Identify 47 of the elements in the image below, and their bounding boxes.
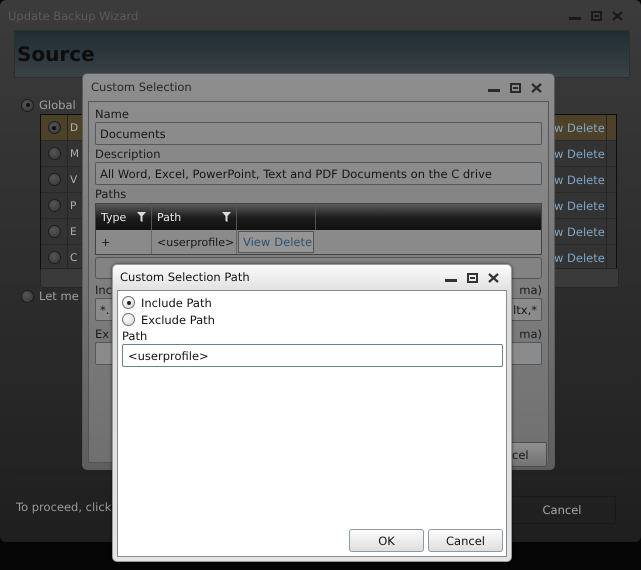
radio-button[interactable] [21,290,34,302]
option-label: Global [39,98,76,112]
field-label: Inc [95,283,112,298]
table-cell-text: P [69,198,78,214]
maximize-icon[interactable] [467,273,478,283]
name-field[interactable]: Documents [95,122,542,145]
radio-button[interactable] [48,121,60,134]
radio-button[interactable] [48,225,60,238]
field-label: Path [122,328,148,344]
table-cell-text: E [69,224,78,240]
radio-button[interactable] [48,147,60,160]
close-icon[interactable] [488,273,499,283]
field-label: Name [95,107,130,122]
table-cell-text: M [69,146,80,162]
radio-button[interactable] [122,313,135,326]
field-label: ma) [519,283,542,298]
filter-icon[interactable] [222,212,231,222]
radio-button[interactable] [21,98,34,112]
field-label: Description [95,147,162,162]
table-cell: + [96,230,152,254]
radio-button[interactable] [48,173,60,186]
column-header[interactable]: Path [157,210,182,224]
radio-button[interactable] [48,199,60,212]
field-label: ma) [519,327,542,342]
field-label: Ex [95,327,110,342]
instruction-text: To proceed, click [16,500,112,514]
table-cell: <userprofile> [152,230,237,254]
radio-button[interactable] [122,296,135,309]
option-label: Exclude Path [141,312,215,326]
dialog-title: Custom Selection Path [120,270,250,284]
table-cell-text: C [69,250,78,266]
dialog-title: Custom Selection [91,80,192,94]
maximize-icon[interactable] [510,83,521,93]
delete-link[interactable]: Delete [274,235,312,249]
filter-icon[interactable] [137,212,146,222]
ok-button[interactable]: OK [349,529,424,552]
field-label: Paths [95,187,128,202]
view-link[interactable]: View [243,235,270,249]
cancel-button[interactable]: Cancel [428,529,503,552]
table-cell-text: D [69,120,80,136]
table-cell-text: V [69,172,78,188]
path-field[interactable]: <userprofile> [122,344,503,367]
option-label: Let me [39,289,79,303]
option-label: Include Path [141,296,212,310]
column-header[interactable]: Type [101,210,126,224]
radio-button[interactable] [48,251,60,264]
description-field[interactable]: All Word, Excel, PowerPoint, Text and PDF Documents on the C drive [95,162,542,185]
